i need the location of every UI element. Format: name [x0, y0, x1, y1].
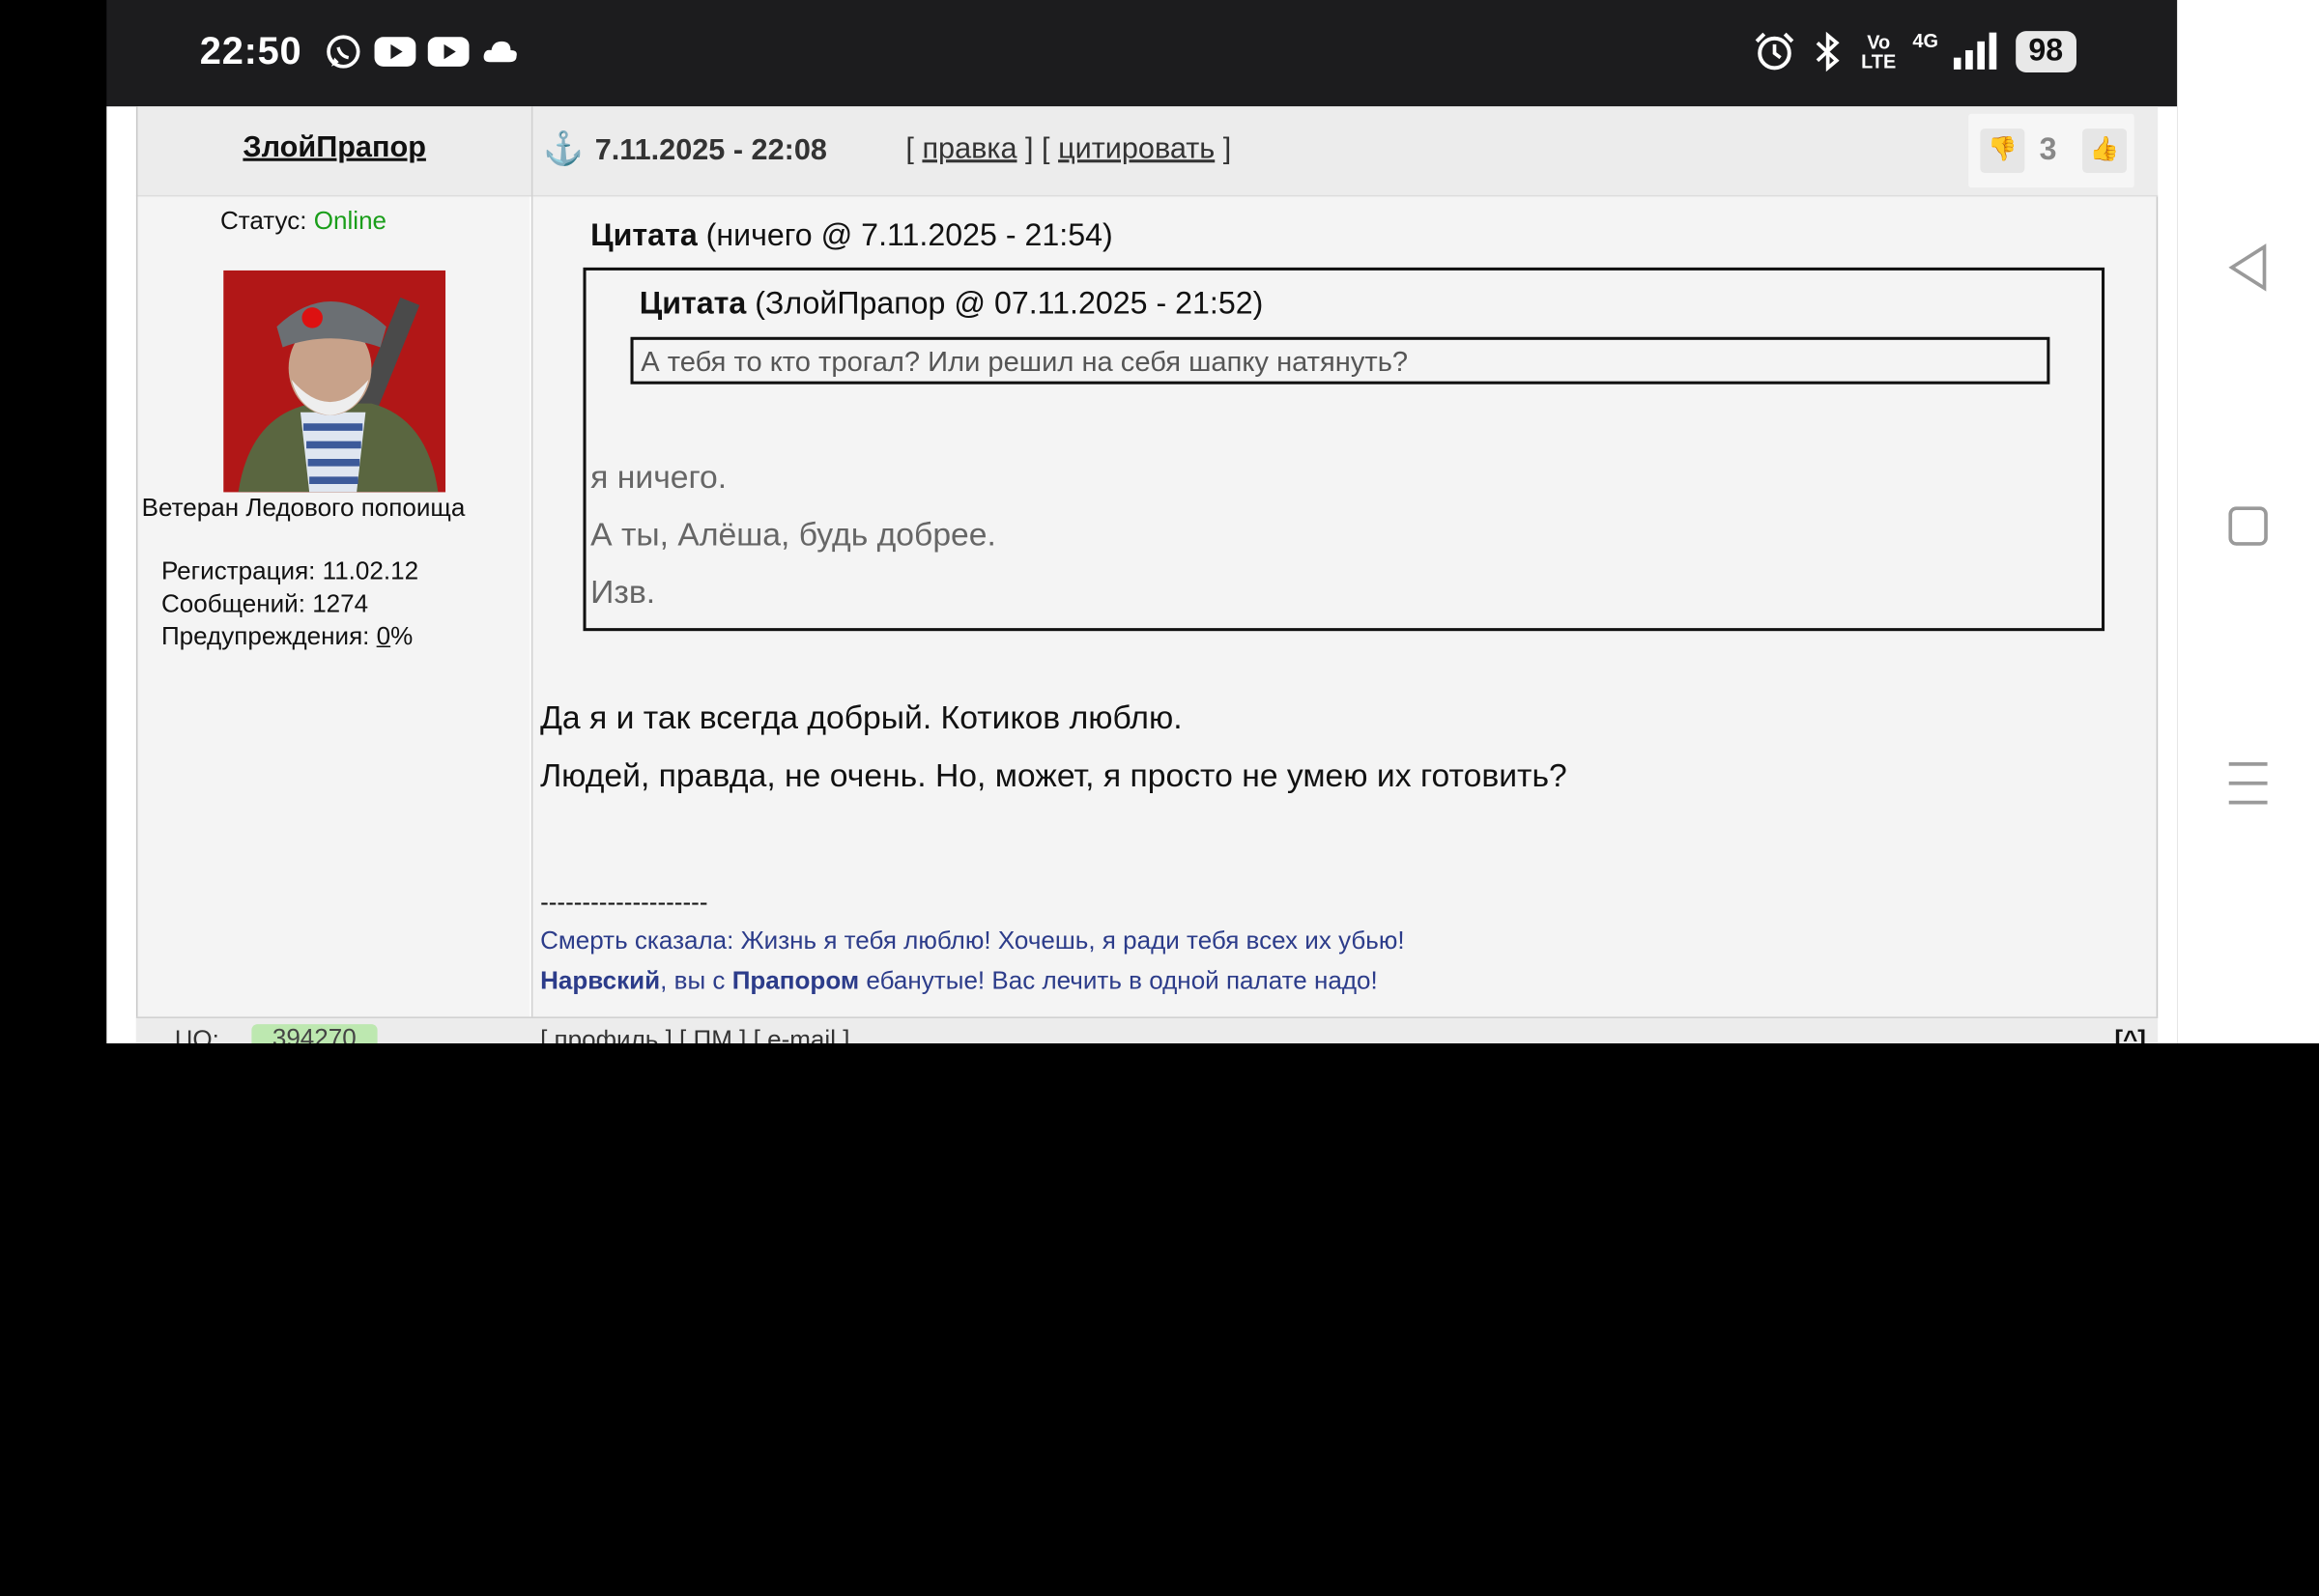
- outer-quote-line: Изв.: [590, 573, 656, 611]
- scroll-top-link[interactable]: [^]: [2114, 1026, 2146, 1043]
- back-icon[interactable]: [2226, 242, 2271, 293]
- avatar: [223, 270, 446, 493]
- message-line: Людей, правда, не очень. Но, может, я пр…: [540, 756, 1567, 794]
- signal-icon: [1953, 32, 1996, 70]
- author-name-link[interactable]: ЗлойПрапор: [137, 131, 530, 165]
- bluetooth-icon: [1817, 31, 1841, 72]
- signature-name: Нарвский: [540, 966, 661, 995]
- outer-quote-header: Цитата (ничего @ 7.11.2025 - 21:54): [590, 218, 1113, 254]
- whatsapp-icon: [327, 35, 360, 69]
- registration-date: Регистрация: 11.02.12: [160, 556, 419, 585]
- edit-link[interactable]: правка: [922, 133, 1016, 166]
- youtube-icon: [427, 37, 470, 67]
- battery-indicator: 98: [2015, 31, 2076, 72]
- user-stats: Регистрация: 11.02.12 Сообщений: 1274 Пр…: [161, 556, 418, 653]
- menu-icon[interactable]: [2226, 759, 2271, 807]
- left-bezel: [0, 0, 107, 1043]
- signature-line: Нарвский, вы с Прапором ебанутые! Вас ле…: [540, 966, 1378, 996]
- home-icon[interactable]: [2226, 504, 2271, 549]
- status-online: Online: [313, 207, 387, 236]
- footer-value-badge: 394270: [251, 1024, 378, 1043]
- thumbs-down-icon[interactable]: 👎: [1980, 128, 2025, 173]
- clock: 22:50: [199, 28, 302, 72]
- message-count: Сообщений: 1274: [160, 589, 369, 618]
- outer-quote-line: А ты, Алёша, будь добрее.: [590, 515, 996, 554]
- signature-name: Прапором: [731, 966, 860, 995]
- status-bar: 22:50 Vo LTE 4G 98: [106, 0, 2178, 107]
- footer-links[interactable]: [ профиль ] [ ПМ ] [ e-mail ]: [540, 1026, 849, 1043]
- inner-quote-header: Цитата (ЗлойПрапор @ 07.11.2025 - 21:52): [640, 287, 1264, 323]
- warnings: Предупреждения: 0%: [161, 620, 418, 653]
- outer-quote-meta: (ничего @ 7.11.2025 - 21:54): [697, 218, 1113, 253]
- signature-divider: --------------------: [540, 888, 708, 917]
- post-actions: [ правка ] [ цитировать ]: [905, 132, 1232, 166]
- signature-line: Смерть сказала: Жизнь я тебя люблю! Хоче…: [540, 926, 1405, 955]
- post-footer: ЦО: 394270 [ профиль ] [ ПМ ] [ e-mail ]…: [135, 1016, 2159, 1043]
- inner-quote-label: Цитата: [639, 286, 747, 321]
- user-status: Статус: Online: [106, 207, 500, 237]
- forum-page: ЗлойПрапор ⚓ 7.11.2025 - 22:08 [ правка …: [106, 106, 2178, 1043]
- quote-link[interactable]: цитировать: [1058, 133, 1215, 166]
- anchor-icon[interactable]: ⚓: [543, 130, 584, 169]
- signature-text: , вы с: [660, 966, 732, 995]
- warnings-link[interactable]: 0: [377, 622, 391, 650]
- system-icons: Vo LTE 4G 98: [1753, 28, 2076, 74]
- warnings-label: Предупреждения:: [160, 622, 377, 651]
- status-label: Статус:: [219, 207, 307, 236]
- vote-count: 3: [2039, 132, 2057, 167]
- footer-label: ЦО:: [174, 1025, 219, 1043]
- inner-quote-meta: (ЗлойПрапор @ 07.11.2025 - 21:52): [746, 286, 1264, 321]
- volte-indicator: Vo LTE: [1861, 31, 1897, 72]
- post-datetime: 7.11.2025 - 22:08: [594, 134, 827, 167]
- signature-text: ебанутые! Вас лечить в одной палате надо…: [859, 966, 1378, 995]
- alarm-icon: [1756, 32, 1794, 71]
- message-line: Да я и так всегда добрый. Котиков люблю.: [540, 698, 1183, 736]
- youtube-icon: [374, 37, 416, 67]
- warnings-suffix: %: [390, 622, 414, 651]
- network-type: 4G: [1912, 28, 1938, 51]
- inner-quote-text: А тебя то кто трогал? Или решил на себя …: [630, 336, 2050, 385]
- phone-screen: 22:50 Vo LTE 4G 98 ЗлойПрапор ⚓ 7.11.202…: [0, 0, 2319, 1596]
- thumbs-up-icon[interactable]: 👍: [2082, 128, 2128, 173]
- navigation-bar: [2177, 0, 2319, 1043]
- outer-quote-line: я ничего.: [590, 458, 728, 496]
- user-rank: Ветеран Ледового попоища: [141, 493, 466, 522]
- notification-icons: [324, 33, 519, 71]
- vote-box: 👎 3 👍: [1968, 113, 2134, 188]
- cloud-icon: [483, 41, 517, 63]
- outer-quote-label: Цитата: [590, 218, 698, 253]
